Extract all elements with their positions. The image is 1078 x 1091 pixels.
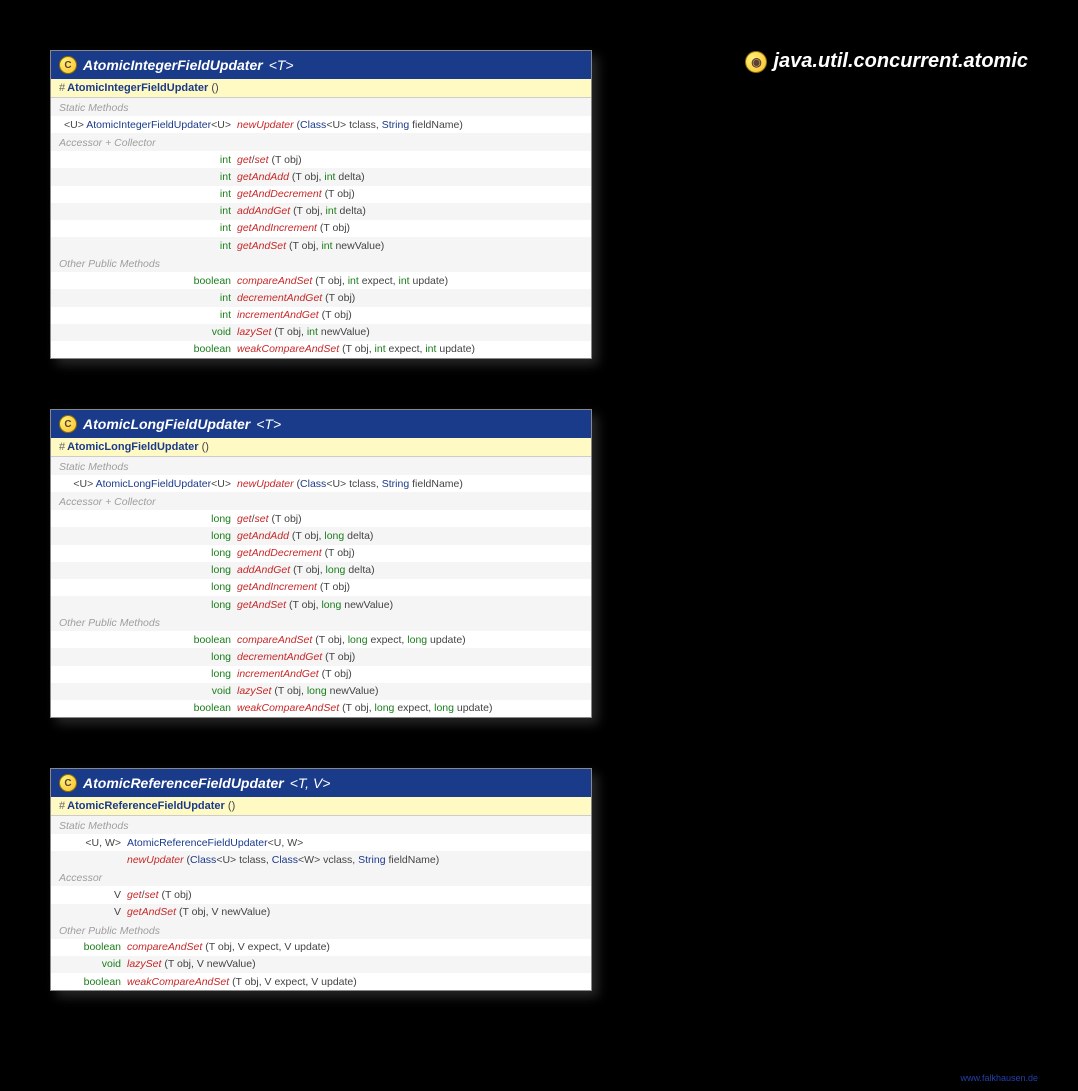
section-label: Static Methods <box>51 98 591 116</box>
method-row: intgetAndIncrement (T obj) <box>51 220 591 237</box>
class-name: AtomicLongFieldUpdater <box>83 416 250 432</box>
class-icon: C <box>59 415 77 433</box>
class-card: C AtomicIntegerFieldUpdater <T> #AtomicInt… <box>50 50 592 359</box>
class-header: C AtomicLongFieldUpdater <T> <box>51 410 591 438</box>
section-label: Other Public Methods <box>51 254 591 272</box>
class-cards-container: C AtomicIntegerFieldUpdater <T> #AtomicInt… <box>50 50 1028 991</box>
method-row: longget/set (T obj) <box>51 510 591 527</box>
method-row: booleancompareAndSet (T obj, long expect… <box>51 631 591 648</box>
method-row: longgetAndDecrement (T obj) <box>51 545 591 562</box>
constructor-row: #AtomicReferenceFieldUpdater () <box>51 797 591 816</box>
method-row: intgetAndSet (T obj, int newValue) <box>51 237 591 254</box>
method-row: booleanweakCompareAndSet (T obj, int exp… <box>51 341 591 358</box>
method-row: intget/set (T obj) <box>51 151 591 168</box>
section-label: Other Public Methods <box>51 613 591 631</box>
method-row: longincrementAndGet (T obj) <box>51 666 591 683</box>
method-row: <U> AtomicIntegerFieldUpdater<U>newUpdat… <box>51 116 591 133</box>
constructor-row: #AtomicLongFieldUpdater () <box>51 438 591 457</box>
method-row: voidlazySet (T obj, int newValue) <box>51 324 591 341</box>
method-row: booleanweakCompareAndSet (T obj, long ex… <box>51 700 591 717</box>
method-row: longgetAndSet (T obj, long newValue) <box>51 596 591 613</box>
constructor-row: #AtomicIntegerFieldUpdater () <box>51 79 591 98</box>
method-row: longgetAndAdd (T obj, long delta) <box>51 527 591 544</box>
package-title: ◉ java.util.concurrent.atomic <box>745 50 1028 73</box>
class-name: AtomicIntegerFieldUpdater <box>83 57 263 73</box>
class-header: C AtomicReferenceFieldUpdater <T, V> <box>51 769 591 797</box>
class-name: AtomicReferenceFieldUpdater <box>83 775 284 791</box>
method-row: intaddAndGet (T obj, int delta) <box>51 203 591 220</box>
watermark: www.falkhausen.de <box>960 1073 1038 1083</box>
section-label: Accessor <box>51 868 591 886</box>
method-row: <U> AtomicLongFieldUpdater<U>newUpdater … <box>51 475 591 492</box>
method-row: longdecrementAndGet (T obj) <box>51 648 591 665</box>
method-row: booleancompareAndSet (T obj, int expect,… <box>51 272 591 289</box>
type-params: <T> <box>269 57 294 73</box>
class-icon: C <box>59 774 77 792</box>
method-row: VgetAndSet (T obj, V newValue) <box>51 904 591 921</box>
method-row: newUpdater (Class<U> tclass, Class<W> vc… <box>51 851 591 868</box>
type-params: <T> <box>256 416 281 432</box>
class-header: C AtomicIntegerFieldUpdater <T> <box>51 51 591 79</box>
method-row: <U, W>AtomicReferenceFieldUpdater<U, W> <box>51 834 591 851</box>
section-label: Static Methods <box>51 816 591 834</box>
method-row: longgetAndIncrement (T obj) <box>51 579 591 596</box>
method-row: intincrementAndGet (T obj) <box>51 307 591 324</box>
section-label: Accessor + Collector <box>51 492 591 510</box>
section-label: Accessor + Collector <box>51 133 591 151</box>
method-row: intdecrementAndGet (T obj) <box>51 289 591 306</box>
method-row: voidlazySet (T obj, V newValue) <box>51 956 591 973</box>
method-row: intgetAndDecrement (T obj) <box>51 186 591 203</box>
method-row: booleanweakCompareAndSet (T obj, V expec… <box>51 973 591 990</box>
section-label: Other Public Methods <box>51 921 591 939</box>
method-row: intgetAndAdd (T obj, int delta) <box>51 168 591 185</box>
method-row: longaddAndGet (T obj, long delta) <box>51 562 591 579</box>
method-row: voidlazySet (T obj, long newValue) <box>51 683 591 700</box>
type-params: <T, V> <box>290 775 331 791</box>
class-card: C AtomicReferenceFieldUpdater <T, V> #Atom… <box>50 768 592 991</box>
method-row: booleancompareAndSet (T obj, V expect, V… <box>51 939 591 956</box>
package-icon: ◉ <box>745 51 767 73</box>
class-icon: C <box>59 56 77 74</box>
package-label: java.util.concurrent.atomic <box>773 50 1028 73</box>
section-label: Static Methods <box>51 457 591 475</box>
class-card: C AtomicLongFieldUpdater <T> #AtomicLongFi… <box>50 409 592 718</box>
method-row: Vget/set (T obj) <box>51 886 591 903</box>
